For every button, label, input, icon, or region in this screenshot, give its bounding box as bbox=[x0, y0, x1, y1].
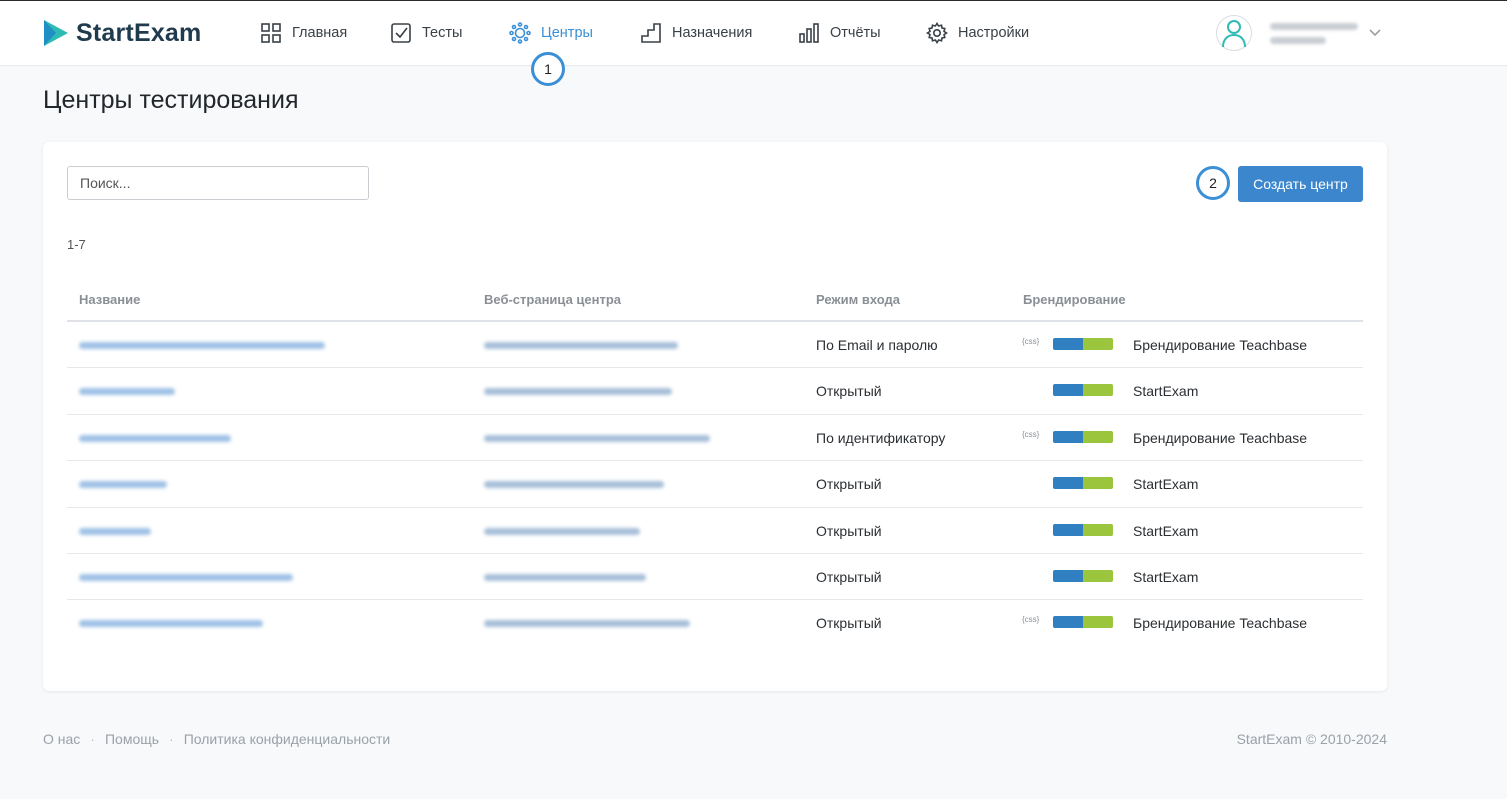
bar-chart-icon bbox=[799, 23, 819, 43]
branding-name: Брендирование Teachbase bbox=[1133, 615, 1308, 632]
footer-copyright: StartExam © 2010-2024 bbox=[1236, 731, 1387, 747]
page-title: Центры тестирования bbox=[43, 86, 299, 114]
callout-marker-1: 1 bbox=[531, 52, 565, 86]
centers-icon bbox=[509, 22, 531, 44]
footer-link-about[interactable]: О нас bbox=[43, 731, 80, 747]
branding-name: StartExam bbox=[1133, 568, 1199, 585]
login-mode: Открытый bbox=[816, 615, 882, 632]
user-menu[interactable] bbox=[1216, 15, 1358, 51]
table-row[interactable]: Открытый StartExam bbox=[67, 461, 1363, 508]
nav-item-tests[interactable]: Тесты bbox=[390, 21, 462, 45]
login-mode: По Email и паролю bbox=[816, 337, 938, 353]
column-header-branding[interactable]: Брендирование bbox=[1023, 292, 1126, 307]
center-url-redacted[interactable] bbox=[484, 573, 646, 581]
login-mode: Открытый bbox=[816, 383, 882, 400]
nav-label-home: Главная bbox=[292, 25, 348, 41]
center-name-redacted[interactable] bbox=[79, 388, 175, 396]
nav-label-tests: Тесты bbox=[422, 25, 463, 41]
center-url-redacted[interactable] bbox=[484, 481, 664, 489]
branding-name: StartExam bbox=[1133, 522, 1199, 539]
pagination-range: 1-7 bbox=[67, 237, 86, 252]
center-name-redacted[interactable] bbox=[79, 481, 167, 489]
nav-label-settings: Настройки bbox=[958, 25, 1030, 41]
search-input[interactable] bbox=[67, 166, 369, 200]
branding-swatch bbox=[1053, 569, 1113, 582]
avatar bbox=[1216, 15, 1252, 51]
branding-swatch bbox=[1053, 477, 1113, 490]
table-row[interactable]: Открытый {css} Брендирование Teachbase bbox=[67, 600, 1363, 646]
branding-name: Брендирование Teachbase bbox=[1133, 337, 1308, 353]
nav-label-centers: Центры bbox=[541, 25, 593, 41]
center-url-redacted[interactable] bbox=[484, 527, 640, 535]
branding-swatch bbox=[1053, 384, 1113, 397]
center-name-redacted[interactable] bbox=[79, 573, 293, 581]
centers-card: 2 Создать центр 1-7 Название Веб-страниц… bbox=[43, 142, 1387, 691]
column-header-url[interactable]: Веб-страница центра bbox=[484, 292, 621, 307]
branding-name: Брендирование Teachbase bbox=[1133, 429, 1308, 446]
footer-separator: · bbox=[169, 731, 174, 747]
logo-text: StartExam bbox=[76, 18, 202, 47]
create-center-button[interactable]: Создать центр bbox=[1238, 166, 1363, 202]
checkbox-icon bbox=[391, 23, 411, 43]
table-row[interactable]: Открытый StartExam bbox=[67, 554, 1363, 601]
nav-item-home[interactable]: Главная bbox=[260, 21, 347, 45]
center-url-redacted[interactable] bbox=[484, 434, 710, 442]
top-navbar: StartExam Главная Тесты Центры Назначени… bbox=[0, 0, 1507, 66]
center-name-redacted[interactable] bbox=[79, 527, 151, 535]
footer-separator: · bbox=[90, 731, 95, 747]
nav-item-settings[interactable]: Настройки bbox=[926, 21, 1029, 45]
gear-icon bbox=[926, 22, 948, 44]
table-row[interactable]: Открытый StartExam bbox=[67, 508, 1363, 554]
css-badge: {css} bbox=[1022, 615, 1040, 625]
table-row[interactable]: Открытый StartExam bbox=[67, 368, 1363, 415]
logo[interactable]: StartExam bbox=[42, 18, 201, 48]
css-badge: {css} bbox=[1022, 429, 1040, 439]
css-badge: {css} bbox=[1022, 337, 1040, 346]
user-info-redacted bbox=[1270, 22, 1358, 44]
table-body: По Email и паролю {css} Брендирование Te… bbox=[67, 322, 1363, 647]
center-url-redacted[interactable] bbox=[484, 620, 690, 628]
footer-link-help[interactable]: Помощь bbox=[105, 731, 159, 747]
branding-name: StartExam bbox=[1133, 476, 1199, 493]
login-mode: Открытый bbox=[816, 568, 882, 585]
center-name-redacted[interactable] bbox=[79, 434, 231, 442]
startexam-logo-icon bbox=[44, 20, 68, 46]
login-mode: Открытый bbox=[816, 476, 882, 493]
login-mode: Открытый bbox=[816, 522, 882, 539]
footer: О нас · Помощь · Политика конфиденциальн… bbox=[43, 731, 1387, 751]
center-name-redacted[interactable] bbox=[79, 342, 325, 349]
user-icon bbox=[1222, 20, 1246, 48]
nav-item-centers[interactable]: Центры bbox=[509, 21, 593, 45]
table-header: Название Веб-страница центра Режим входа… bbox=[67, 282, 1363, 322]
nav-label-assignments: Назначения bbox=[672, 25, 753, 41]
footer-link-privacy[interactable]: Политика конфиденциальности bbox=[184, 731, 391, 747]
branding-swatch bbox=[1053, 338, 1113, 350]
stairs-icon bbox=[641, 23, 661, 43]
center-url-redacted[interactable] bbox=[484, 342, 678, 349]
nav-item-reports[interactable]: Отчёты bbox=[798, 21, 881, 45]
branding-name: StartExam bbox=[1133, 383, 1199, 400]
table-row[interactable]: По Email и паролю {css} Брендирование Te… bbox=[67, 322, 1363, 369]
center-url-redacted[interactable] bbox=[484, 388, 672, 396]
grid-icon bbox=[261, 23, 281, 43]
branding-swatch bbox=[1053, 616, 1113, 629]
branding-swatch bbox=[1053, 523, 1113, 536]
nav-item-assignments[interactable]: Назначения bbox=[640, 21, 752, 45]
chevron-down-icon[interactable] bbox=[1368, 25, 1382, 39]
column-header-mode[interactable]: Режим входа bbox=[816, 292, 900, 307]
column-header-name[interactable]: Название bbox=[79, 292, 140, 307]
nav-label-reports: Отчёты bbox=[830, 25, 881, 41]
login-mode: По идентификатору bbox=[816, 429, 946, 446]
callout-marker-2: 2 bbox=[1196, 166, 1230, 200]
center-name-redacted[interactable] bbox=[79, 620, 263, 628]
branding-swatch bbox=[1053, 430, 1113, 443]
table-row[interactable]: По идентификатору {css} Брендирование Te… bbox=[67, 415, 1363, 462]
